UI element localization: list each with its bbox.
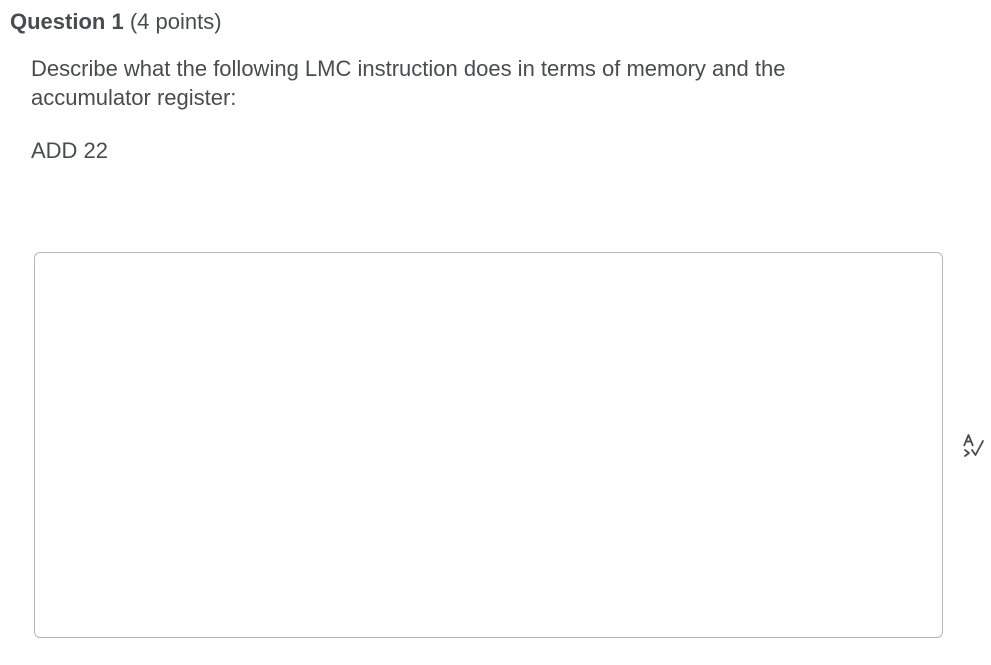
- answer-textarea[interactable]: [34, 252, 943, 638]
- spellcheck-icon[interactable]: [961, 432, 987, 458]
- question-header: Question 1 (4 points): [10, 8, 222, 36]
- question-prompt: Describe what the following LMC instruct…: [31, 54, 931, 112]
- question-title: Question 1: [10, 9, 124, 34]
- lmc-instruction: ADD 22: [31, 138, 109, 163]
- prompt-line-1: Describe what the following LMC instruct…: [31, 56, 786, 81]
- prompt-line-2: accumulator register:: [31, 85, 237, 110]
- question-points: (4 points): [129, 9, 222, 34]
